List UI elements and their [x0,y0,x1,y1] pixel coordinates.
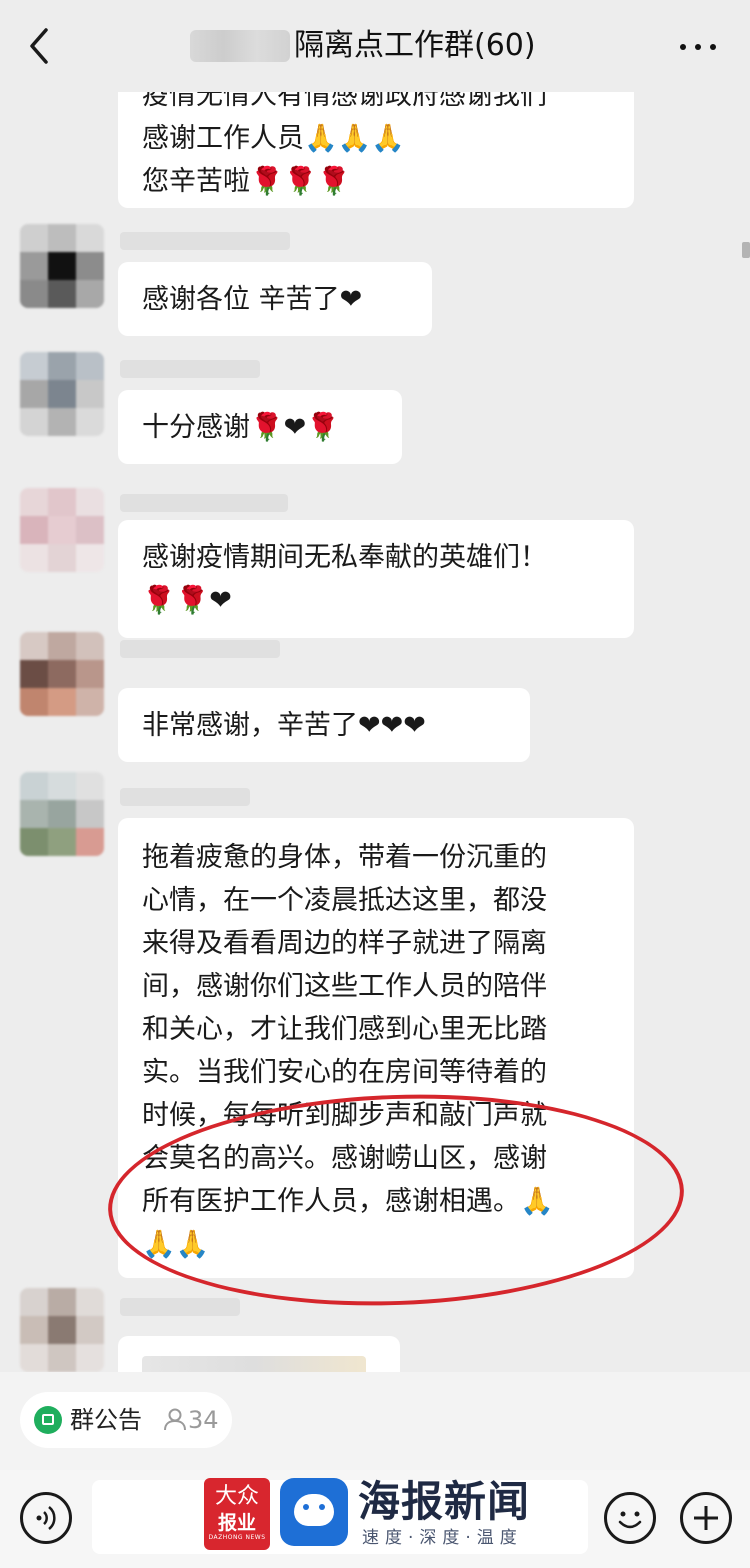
message-bubble[interactable]: 疫情无情人有情感谢政府感谢我们 感谢工作人员🙏🙏🙏 您辛苦啦🌹🌹🌹 [118,92,634,208]
notice-bar: 群公告 34 [0,1372,750,1470]
blurred-nickname [120,640,280,658]
member-count: 34 [188,1406,219,1434]
haibao-slogan: 速度·深度·温度 [362,1528,523,1548]
group-notice-button[interactable]: 群公告 34 [20,1392,232,1448]
blurred-nickname [120,788,250,806]
message-line: 非常感谢，辛苦了❤❤❤ [142,710,426,741]
chevron-left-icon [30,28,48,64]
avatar[interactable] [20,632,104,716]
haibao-name: 海报新闻 [358,1477,531,1526]
chat-header: 隔离点工作群(60) [0,0,750,92]
blurred-nickname [120,232,290,250]
message-line: 会莫名的高兴。感谢崂山区，感谢 [142,1143,547,1174]
voice-button[interactable] [20,1492,72,1544]
message-line: 感谢各位 辛苦了❤ [142,284,363,315]
message-line: 感谢疫情期间无私奉献的英雄们！ [142,542,547,573]
voice-icon [36,1506,56,1530]
scroll-indicator [742,242,750,258]
more-dots-icon [680,44,686,50]
back-button[interactable] [18,24,62,68]
message-line: 心情，在一个凌晨抵达这里，都没 [142,885,547,916]
dazhong-logo-top: 大众 [214,1484,259,1509]
avatar[interactable] [20,1288,104,1372]
message-line: 时候，每每听到脚步声和敲门声就 [142,1100,547,1131]
message-line: 实。当我们安心的在房间等待着的 [142,1057,547,1088]
more-button[interactable] [676,30,720,62]
message-line: 所有医护工作人员，感谢相遇。🙏 [142,1186,554,1217]
chat-title: 隔离点工作群(60) [294,28,536,63]
message-line: 疫情无情人有情感谢政府感谢我们 [142,92,547,111]
seal-icon [294,1494,334,1526]
message-line: 来得及看看周边的样子就进了隔离 [142,928,547,959]
blurred-nickname [120,494,288,512]
dazhong-logo-bottom: 报业 [217,1512,256,1534]
avatar[interactable] [20,772,104,856]
message-line: 您辛苦啦🌹🌹🌹 [142,166,351,197]
message-bubble[interactable] [118,1336,400,1372]
plus-button[interactable] [680,1492,732,1544]
message-line: 🌹🌹❤ [142,585,232,616]
blurred-message-content [142,1356,366,1372]
message-bubble[interactable]: 十分感谢🌹❤🌹 [118,390,402,464]
dazhong-logo: 大众 报业 DAZHONG NEWS [204,1478,270,1550]
haibao-logo-icon [280,1478,348,1546]
person-icon [164,1408,186,1431]
dazhong-logo-en: DAZHONG NEWS [208,1534,266,1541]
message-bubble[interactable]: 非常感谢，辛苦了❤❤❤ [118,688,530,762]
message-bubble[interactable]: 感谢疫情期间无私奉献的英雄们！ 🌹🌹❤ [118,520,634,638]
message-line: 间，感谢你们这些工作人员的陪伴 [142,971,547,1002]
notice-icon [34,1406,62,1434]
message-bubble[interactable]: 拖着疲惫的身体，带着一份沉重的 心情，在一个凌晨抵达这里，都没 来得及看看周边的… [118,818,634,1278]
avatar[interactable] [20,224,104,308]
avatar[interactable] [20,488,104,572]
emoji-button[interactable] [604,1492,656,1544]
message-line: 和关心，才让我们感到心里无比踏 [142,1014,547,1045]
blurred-nickname [120,360,260,378]
message-list[interactable]: 疫情无情人有情感谢政府感谢我们 感谢工作人员🙏🙏🙏 您辛苦啦🌹🌹🌹 感谢各位 辛… [0,92,750,1372]
message-line: 感谢工作人员🙏🙏🙏 [142,123,405,154]
message-line: 十分感谢🌹❤🌹 [142,412,340,443]
blurred-nickname [120,1298,240,1316]
message-line: 🙏🙏 [142,1229,210,1260]
message-line: 拖着疲惫的身体，带着一份沉重的 [142,842,547,873]
message-bubble[interactable]: 感谢各位 辛苦了❤ [118,262,432,336]
blurred-group-prefix [190,30,290,62]
plus-icon [694,1506,718,1530]
notice-label: 群公告 [70,1406,142,1434]
avatar[interactable] [20,352,104,436]
emoji-icon [618,1511,642,1529]
